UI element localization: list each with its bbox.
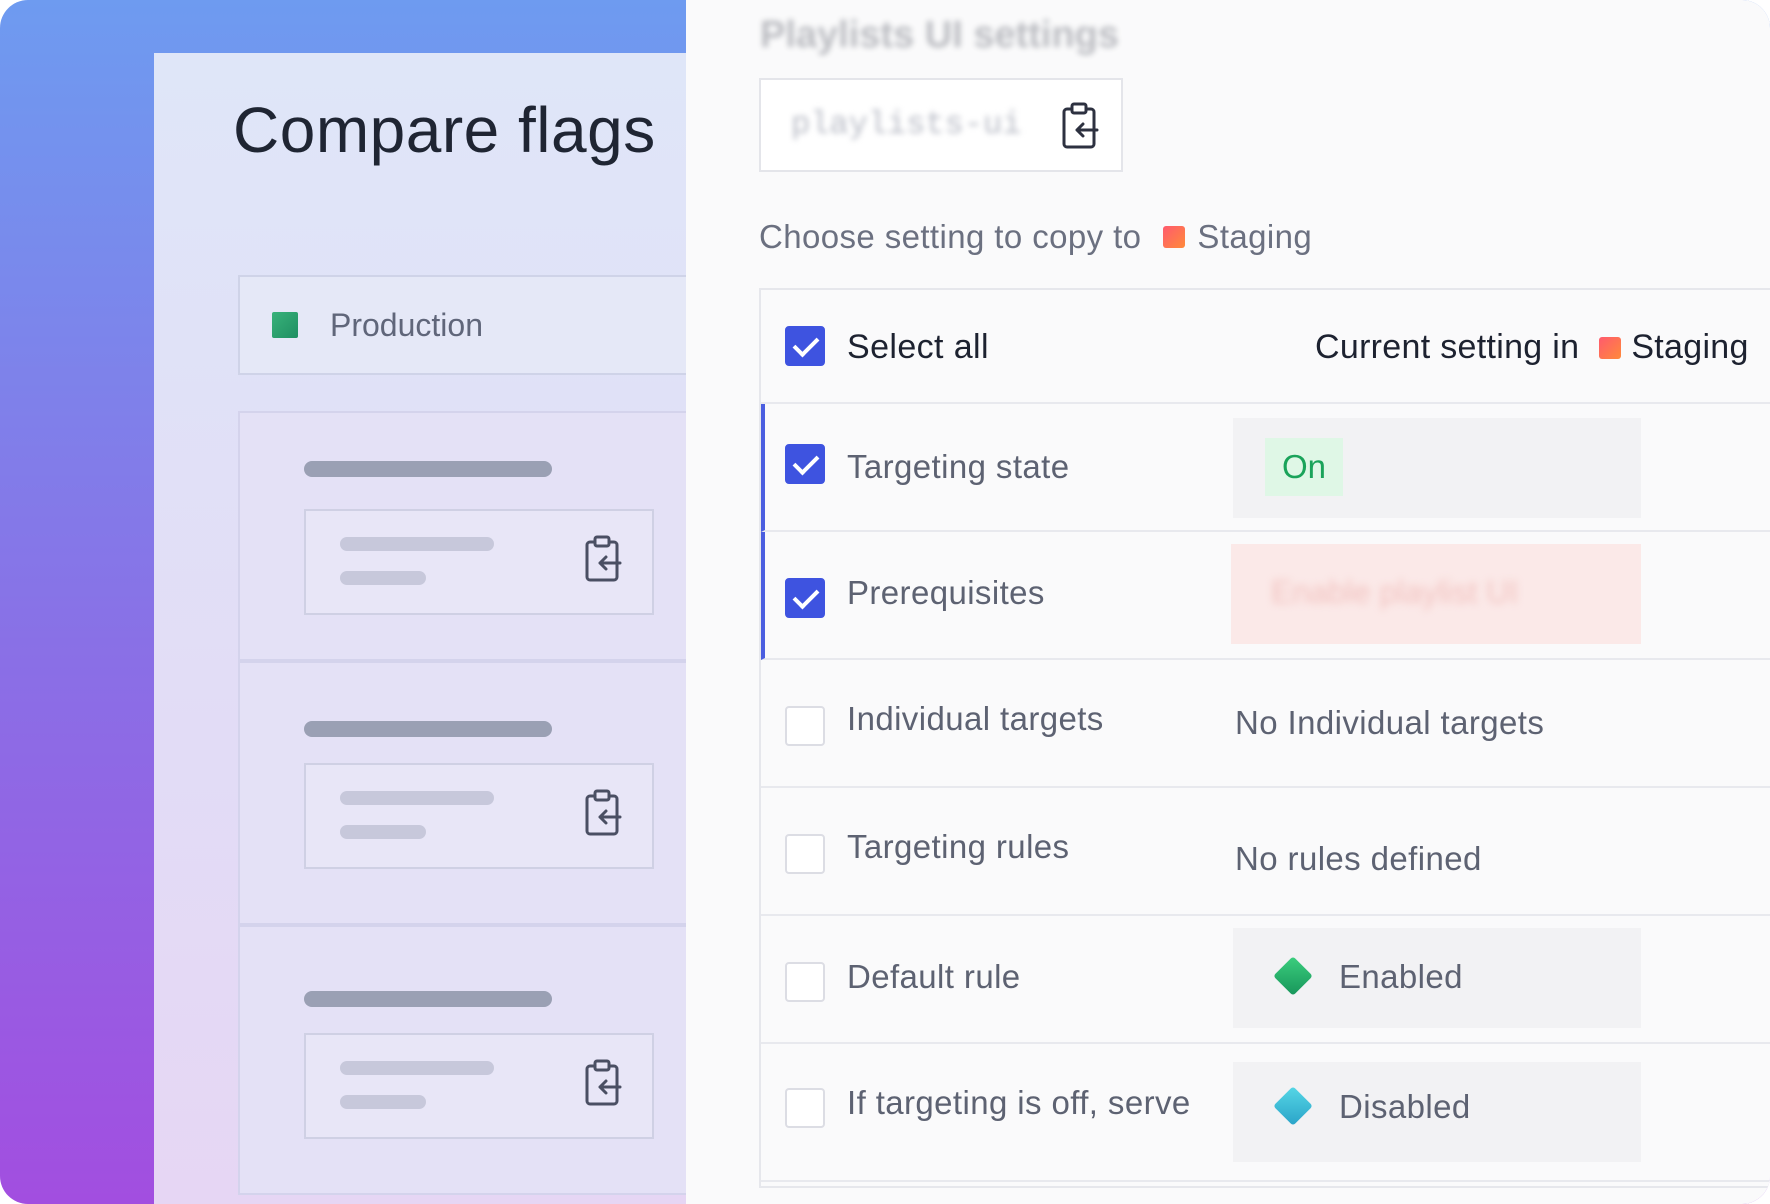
table-row[interactable]: Prerequisites Enable playlist UI xyxy=(761,532,1770,660)
row-label: Targeting state xyxy=(847,448,1070,485)
variation-diamond-icon xyxy=(1273,1086,1313,1126)
staging-env-icon xyxy=(1163,226,1186,248)
placeholder-bar xyxy=(304,461,552,477)
variation-diamond-icon xyxy=(1273,956,1313,996)
environment-label: Production xyxy=(330,306,483,343)
header-env-label: Staging xyxy=(1631,328,1749,366)
copy-clipboard-icon[interactable] xyxy=(1061,102,1101,152)
flag-title: Playlists UI settings xyxy=(760,14,1120,56)
current-value: No Individual targets xyxy=(1235,704,1545,741)
page-title: Compare flags xyxy=(233,94,656,166)
table-row[interactable]: Default rule Enabled xyxy=(761,916,1770,1044)
copy-settings-panel: Playlists UI settings playlists-ui Choos… xyxy=(686,0,1770,1204)
table-row[interactable]: Individual targets No Individual targets xyxy=(761,660,1770,788)
choose-setting-text: Choose setting to copy to xyxy=(759,218,1142,255)
on-status-badge: On xyxy=(1265,438,1343,496)
flag-key-field[interactable]: playlists-ui xyxy=(759,78,1123,172)
variation-label: Enabled xyxy=(1339,958,1463,995)
prerequisite-value: Enable playlist UI xyxy=(1271,574,1519,610)
select-all-label: Select all xyxy=(847,328,989,366)
table-row[interactable]: Targeting rules No rules defined xyxy=(761,788,1770,916)
placeholder-card xyxy=(238,411,708,661)
placeholder-field xyxy=(304,1033,654,1139)
copy-clipboard-icon[interactable] xyxy=(584,789,624,839)
copy-clipboard-icon[interactable] xyxy=(584,1059,624,1109)
table-row[interactable]: If targeting is off, serve Disabled xyxy=(761,1044,1770,1182)
table-row[interactable]: Targeting state On xyxy=(761,404,1770,532)
current-setting-header: Current setting in Staging xyxy=(1315,328,1749,367)
current-value-box: Disabled xyxy=(1233,1062,1641,1162)
current-value-box: Enabled xyxy=(1233,928,1641,1028)
variation-label: Disabled xyxy=(1339,1088,1471,1125)
current-setting-label: Current setting in xyxy=(1315,328,1580,366)
current-value-box: On xyxy=(1233,418,1641,518)
placeholder-card xyxy=(238,925,708,1195)
default-rule-checkbox[interactable] xyxy=(785,962,825,1002)
table-header: Select all Current setting in Staging xyxy=(761,290,1770,404)
settings-table: Select all Current setting in Staging Ta… xyxy=(759,288,1770,1188)
compare-flags-panel: Compare flags Production xyxy=(154,53,708,1204)
targeting-rules-checkbox[interactable] xyxy=(785,834,825,874)
row-label: Targeting rules xyxy=(847,828,1070,865)
placeholder-card xyxy=(238,661,708,925)
app-frame: Compare flags Production Playlists UI se… xyxy=(0,0,1770,1204)
prerequisites-checkbox[interactable] xyxy=(785,578,825,618)
select-all-checkbox[interactable] xyxy=(785,326,825,366)
prerequisite-value-box: Enable playlist UI xyxy=(1231,544,1641,644)
target-env-label: Staging xyxy=(1197,218,1313,255)
placeholder-field xyxy=(304,763,654,869)
row-label: Individual targets xyxy=(847,700,1104,737)
production-env-icon xyxy=(272,312,298,338)
current-value: No rules defined xyxy=(1235,840,1482,877)
environment-row-production[interactable]: Production xyxy=(238,275,708,375)
row-label: If targeting is off, serve xyxy=(847,1084,1191,1121)
targeting-state-checkbox[interactable] xyxy=(785,444,825,484)
off-variation-checkbox[interactable] xyxy=(785,1088,825,1128)
placeholder-bar xyxy=(304,991,552,1007)
individual-targets-checkbox[interactable] xyxy=(785,706,825,746)
copy-clipboard-icon[interactable] xyxy=(584,535,624,585)
placeholder-field xyxy=(304,509,654,615)
placeholder-bar xyxy=(304,721,552,737)
flag-key-text: playlists-ui xyxy=(791,106,1022,143)
staging-env-icon xyxy=(1599,336,1622,359)
row-label: Prerequisites xyxy=(847,574,1045,611)
row-label: Default rule xyxy=(847,958,1021,995)
copy-target-line: Choose setting to copy to Staging xyxy=(759,218,1312,256)
